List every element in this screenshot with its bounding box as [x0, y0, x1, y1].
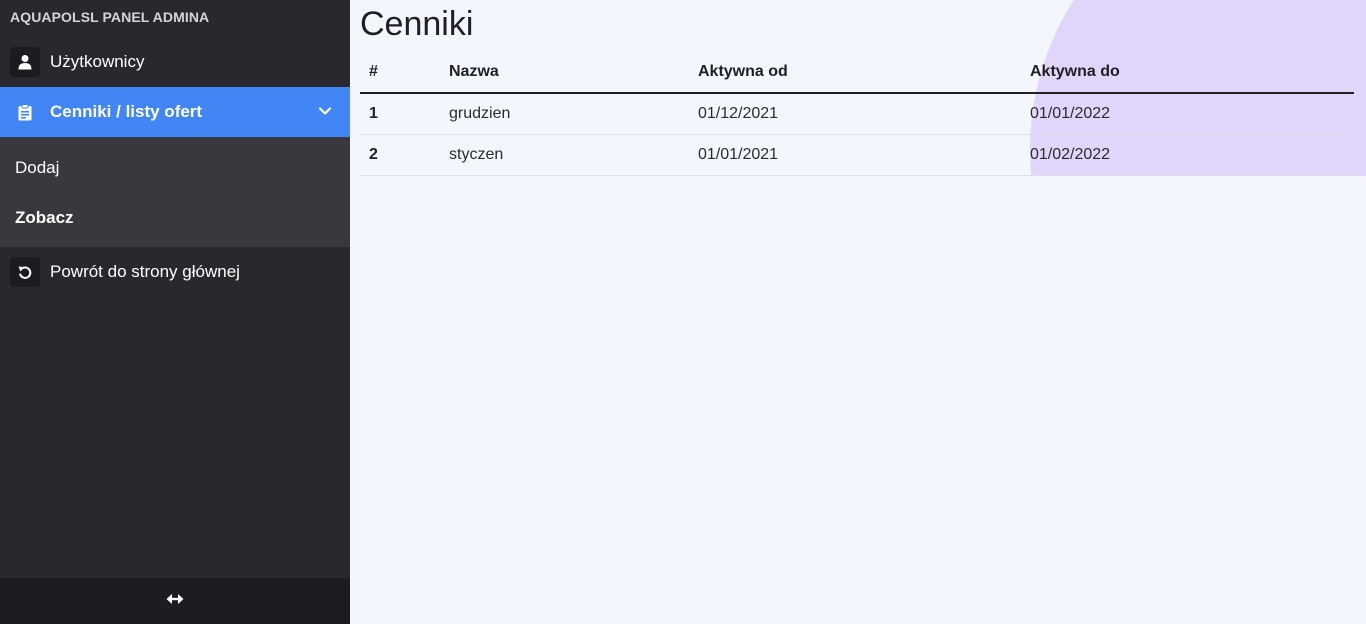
column-header-active-from: Aktywna od	[689, 52, 1021, 94]
cell-number: 2	[360, 134, 440, 176]
brand-title: AQUAPOLSL PANEL ADMINA	[10, 9, 210, 25]
column-header-name: Nazwa	[440, 52, 689, 94]
cell-name: grudzien	[440, 93, 689, 135]
page-title: Cenniki	[360, 5, 474, 43]
cell-active-to: 01/01/2022	[1021, 93, 1354, 135]
submenu-cenniki: Dodaj Zobacz	[0, 137, 350, 247]
pricelist-table: # Nazwa Aktywna od Aktywna do 1 grudzien…	[360, 52, 1354, 176]
resize-horizontal-icon	[166, 592, 184, 610]
user-icon	[10, 47, 40, 77]
cell-active-to: 01/02/2022	[1021, 134, 1354, 176]
table-row[interactable]: 1 grudzien 01/12/2021 01/01/2022	[360, 93, 1354, 135]
cell-active-from: 01/12/2021	[689, 93, 1021, 135]
clipboard-icon	[10, 97, 40, 127]
column-header-active-to: Aktywna do	[1021, 52, 1354, 94]
table-header-row: # Nazwa Aktywna od Aktywna do	[360, 52, 1354, 94]
sidebar: AQUAPOLSL PANEL ADMINA Użytkownicy Cenni…	[0, 0, 350, 624]
table-row[interactable]: 2 styczen 01/01/2021 01/02/2022	[360, 134, 1354, 176]
sidebar-item-label: Użytkownicy	[50, 52, 145, 71]
undo-icon	[10, 257, 40, 287]
cell-name: styczen	[440, 134, 689, 176]
sidebar-item-label: Powrót do strony głównej	[50, 262, 240, 281]
chevron-down-icon[interactable]	[318, 104, 332, 123]
sidebar-item-cenniki[interactable]: Cenniki / listy ofert	[0, 87, 350, 137]
sidebar-item-back-home[interactable]: Powrót do strony głównej	[0, 247, 350, 297]
sidebar-item-label: Cenniki / listy ofert	[50, 102, 203, 121]
submenu-item-dodaj[interactable]: Dodaj	[15, 158, 59, 178]
sidebar-item-users[interactable]: Użytkownicy	[0, 37, 350, 87]
cell-active-from: 01/01/2021	[689, 134, 1021, 176]
submenu-item-zobacz[interactable]: Zobacz	[15, 208, 74, 228]
main-content: Cenniki # Nazwa Aktywna od Aktywna do 1 …	[350, 0, 1366, 624]
sidebar-resize-toggle[interactable]	[0, 578, 350, 624]
column-header-number: #	[360, 52, 440, 94]
cell-number: 1	[360, 93, 440, 135]
